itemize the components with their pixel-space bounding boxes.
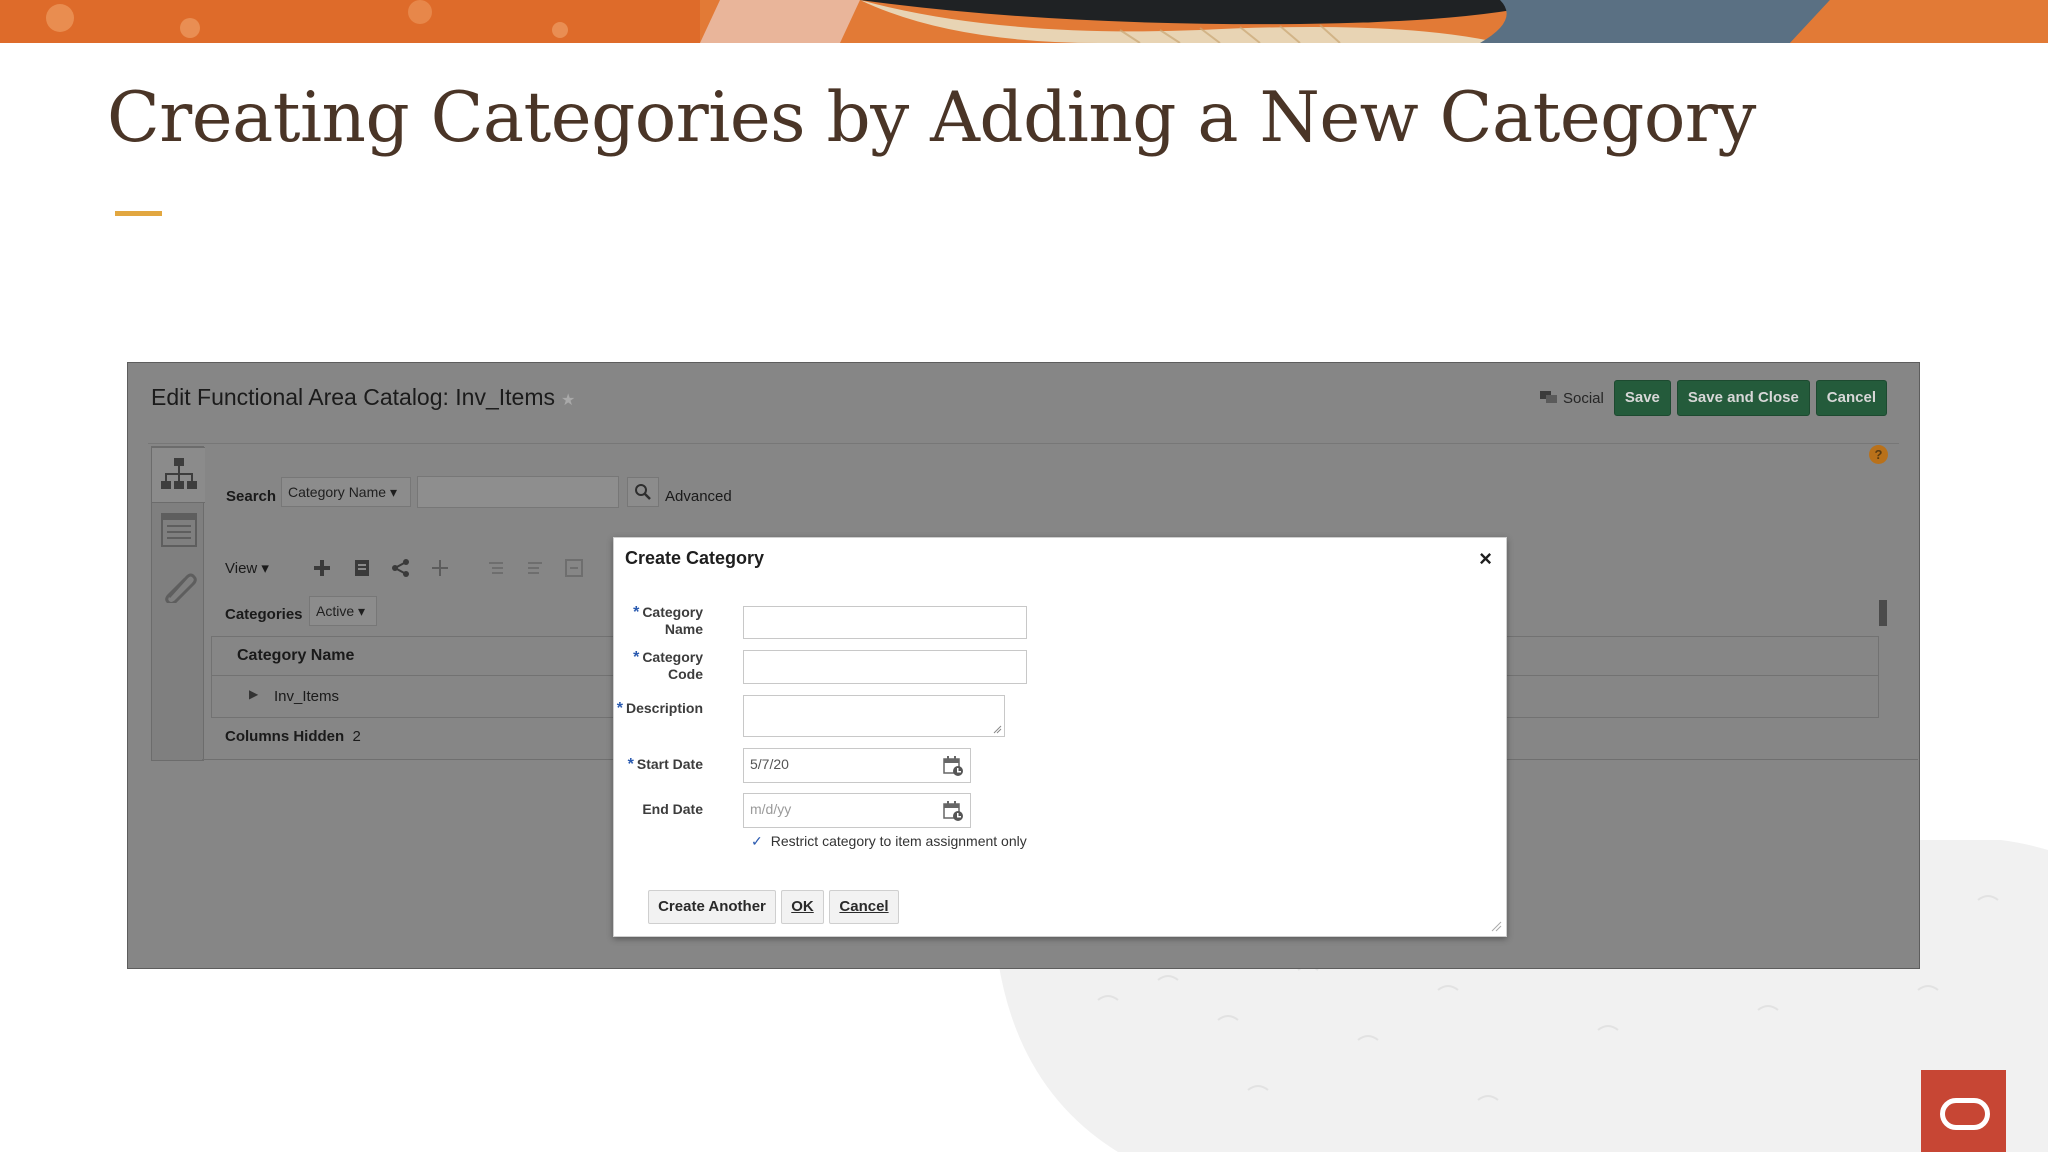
page-title-text: Edit Functional Area Catalog: Inv_Items xyxy=(151,384,555,410)
calendar-icon[interactable] xyxy=(942,800,964,822)
start-date-input[interactable]: 5/7/20 xyxy=(743,748,971,783)
dialog-resize-icon[interactable] xyxy=(1490,920,1502,932)
caret-down-icon: ▾ xyxy=(261,560,269,577)
search-field-select[interactable]: Category Name ▾ xyxy=(281,477,411,507)
ok-button[interactable]: OK xyxy=(781,890,824,924)
description-textarea[interactable] xyxy=(743,695,1005,737)
search-label: Search xyxy=(226,488,277,505)
social-label: Social xyxy=(1563,389,1604,407)
close-icon[interactable]: × xyxy=(1479,546,1492,572)
restrict-assignment-checkbox[interactable]: ✓ Restrict category to item assignment on… xyxy=(751,833,1027,850)
move-icon[interactable] xyxy=(430,558,450,578)
dialog-cancel-button[interactable]: Cancel xyxy=(829,890,899,924)
hierarchy-tab[interactable] xyxy=(151,447,205,503)
oracle-logo xyxy=(1921,1070,2006,1152)
end-date-label: End Date xyxy=(642,801,703,818)
page-title: Edit Functional Area Catalog: Inv_Items ★ xyxy=(151,384,575,411)
social-link[interactable]: Social xyxy=(1539,389,1604,407)
caret-down-icon: ▾ xyxy=(358,603,366,619)
start-date-value: 5/7/20 xyxy=(750,756,789,772)
search-icon xyxy=(635,484,651,500)
view-menu-label: View xyxy=(225,560,258,577)
caret-down-icon: ▾ xyxy=(389,484,397,500)
category-code-label-line2: Code xyxy=(668,666,703,682)
dialog-cancel-label: Cancel xyxy=(839,898,889,915)
oracle-ring-icon xyxy=(1940,1098,1990,1130)
cancel-button[interactable]: Cancel xyxy=(1815,380,1887,416)
save-and-close-button[interactable]: Save and Close xyxy=(1676,380,1810,416)
textarea-resize-icon[interactable] xyxy=(992,724,1002,734)
required-asterisk: * xyxy=(633,604,640,621)
side-rail xyxy=(151,446,205,761)
dialog-title: Create Category xyxy=(625,548,765,568)
category-name-label-line1: Category xyxy=(642,604,703,620)
search-field-value: Category Name xyxy=(288,484,387,500)
category-code-label: * Category Code xyxy=(633,649,703,683)
add-icon[interactable] xyxy=(312,558,332,578)
required-asterisk: * xyxy=(616,700,623,717)
category-name-label-line2: Name xyxy=(664,621,703,637)
title-accent-bar xyxy=(115,211,162,216)
attachment-icon[interactable] xyxy=(161,569,197,603)
header-divider xyxy=(148,443,1899,444)
table-cell-category-name: Inv_Items xyxy=(274,688,340,705)
advanced-link[interactable]: Advanced xyxy=(665,488,732,505)
help-icon[interactable]: ? xyxy=(1869,445,1888,464)
categories-label: Categories xyxy=(225,606,303,623)
columns-hidden-text: Columns Hidden xyxy=(225,728,345,745)
share-icon[interactable] xyxy=(391,558,411,578)
save-button[interactable]: Save xyxy=(1613,380,1671,416)
start-date-label-text: Start Date xyxy=(636,756,703,772)
slide-title: Creating Categories by Adding a New Cate… xyxy=(107,78,1756,158)
favorite-star-icon[interactable]: ★ xyxy=(561,392,575,409)
edit-icon[interactable] xyxy=(352,558,372,578)
required-asterisk: * xyxy=(627,756,634,773)
outdent-icon xyxy=(528,562,542,574)
category-code-label-line1: Category xyxy=(642,649,703,665)
hierarchy-icon xyxy=(161,458,197,489)
category-name-label: * Category Name xyxy=(633,604,703,638)
calendar-icon[interactable] xyxy=(942,755,964,777)
column-header-category-name[interactable]: Category Name xyxy=(237,647,354,665)
category-name-input[interactable] xyxy=(743,606,1027,639)
end-date-label-text: End Date xyxy=(642,801,703,817)
header-banner-art xyxy=(0,0,2048,43)
search-input[interactable] xyxy=(417,476,619,508)
collapse-panel-handle[interactable] xyxy=(1879,600,1887,626)
social-icon xyxy=(1540,391,1557,403)
expand-triangle-icon[interactable]: ▶ xyxy=(249,687,258,701)
restrict-assignment-label: Restrict category to item assignment onl… xyxy=(770,833,1027,849)
create-category-dialog: Create Category × * Category Name * Catego… xyxy=(613,537,1507,937)
status-select[interactable]: Active ▾ xyxy=(309,596,377,626)
end-date-placeholder: m/d/yy xyxy=(750,801,792,817)
start-date-label: * Start Date xyxy=(628,756,703,773)
ok-button-label: OK xyxy=(791,898,814,915)
category-code-input[interactable] xyxy=(743,650,1027,684)
description-label-text: Description xyxy=(625,700,703,716)
checkmark-icon: ✓ xyxy=(751,833,763,849)
columns-hidden-label: Columns Hidden 2 xyxy=(225,728,361,745)
header-actions: Social Save Save and Close Cancel xyxy=(1539,380,1887,416)
required-asterisk: * xyxy=(633,649,640,666)
view-menu[interactable]: View ▾ xyxy=(225,559,269,577)
list-view-icon[interactable] xyxy=(161,513,197,547)
end-date-input[interactable]: m/d/yy xyxy=(743,793,971,828)
description-label: * Description xyxy=(617,700,703,717)
status-select-value: Active xyxy=(316,603,355,619)
columns-hidden-count: 2 xyxy=(352,728,361,745)
expand-all-icon xyxy=(565,559,583,577)
indent-icon xyxy=(489,562,503,574)
search-button[interactable] xyxy=(627,477,659,507)
create-another-button[interactable]: Create Another xyxy=(648,890,776,924)
